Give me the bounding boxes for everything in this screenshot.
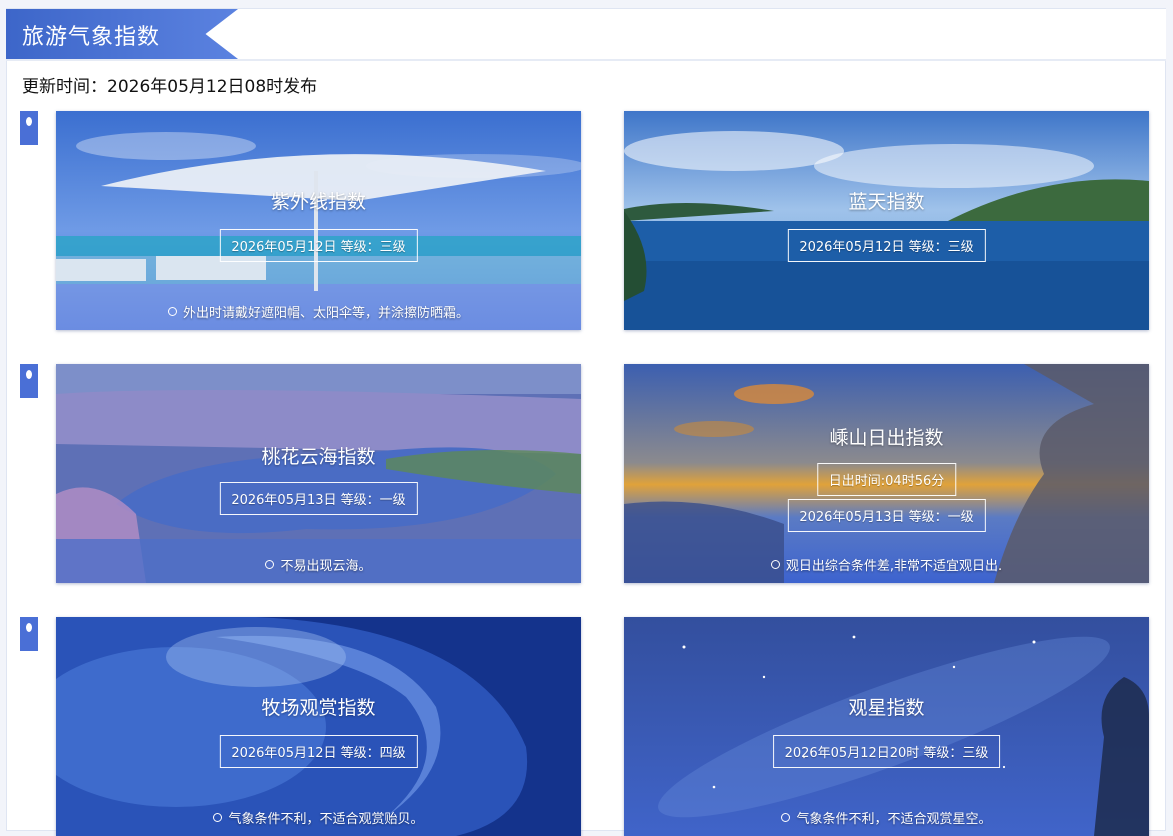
- circle-bullet-icon: [265, 560, 275, 569]
- card-date-level: 2026年05月12日 等级：三级: [219, 229, 418, 262]
- update-time: 更新时间：2026年05月12日08时发布: [22, 77, 318, 97]
- row-marker-icon: [20, 364, 38, 398]
- circle-bullet-icon: [167, 307, 177, 316]
- card-tip: 气象条件不利，不适合观赏星空。: [624, 808, 1149, 827]
- card-title: 牧场观赏指数: [261, 697, 376, 719]
- row-marker-icon: [20, 617, 38, 651]
- circle-bullet-icon: [781, 813, 791, 822]
- card-date-level: 2026年05月12日20时 等级：三级: [772, 735, 1001, 768]
- night-sky-image: [624, 617, 1149, 836]
- card-tip: 外出时请戴好遮阳帽、太阳伞等，并涂擦防晒霜。: [56, 302, 581, 321]
- card-date-level: 2026年05月13日 等级：一级: [219, 482, 418, 515]
- card-tip: 不易出现云海。: [56, 555, 581, 574]
- lake-blossom-image: [56, 364, 581, 583]
- beach-umbrella-image: [56, 111, 581, 330]
- wave-image: [56, 617, 581, 836]
- card-uv-index[interactable]: 紫外线指数 2026年05月12日 等级：三级 外出时请戴好遮阳帽、太阳伞等，并…: [56, 111, 581, 330]
- card-title: 蓝天指数: [848, 191, 925, 213]
- card-title: 紫外线指数: [270, 191, 366, 213]
- card-pasture-index[interactable]: 牧场观赏指数 2026年05月12日 等级：四级 气象条件不利，不适合观赏贻贝。: [56, 617, 581, 836]
- card-date-level: 2026年05月12日 等级：四级: [219, 735, 418, 768]
- page-header: 旅游气象指数: [6, 9, 1166, 61]
- sunrise-time: 日出时间:04时56分: [816, 463, 957, 496]
- card-stargazing-index[interactable]: 观星指数 2026年05月12日20时 等级：三级 气象条件不利，不适合观赏星空…: [624, 617, 1149, 836]
- seaside-image: [624, 111, 1149, 330]
- page-title: 旅游气象指数: [22, 25, 161, 50]
- row-marker-icon: [20, 111, 38, 145]
- card-tip: 观日出综合条件差,非常不适宜观日出.: [624, 555, 1149, 574]
- card-title: 桃花云海指数: [261, 446, 376, 468]
- circle-bullet-icon: [770, 560, 780, 569]
- card-title: 嵊山日出指数: [829, 427, 944, 449]
- card-date-level: 2026年05月13日 等级：一级: [787, 499, 986, 532]
- card-peach-cloud-index[interactable]: 桃花云海指数 2026年05月13日 等级：一级 不易出现云海。: [56, 364, 581, 583]
- card-tip: 气象条件不利，不适合观赏贻贝。: [56, 808, 581, 827]
- card-sunrise-index[interactable]: 嵊山日出指数 日出时间:04时56分 2026年05月13日 等级：一级 观日出…: [624, 364, 1149, 583]
- card-title: 观星指数: [848, 697, 925, 719]
- card-blue-sky-index[interactable]: 蓝天指数 2026年05月12日 等级：三级: [624, 111, 1149, 330]
- circle-bullet-icon: [213, 813, 223, 822]
- card-date-level: 2026年05月12日 等级：三级: [787, 229, 986, 262]
